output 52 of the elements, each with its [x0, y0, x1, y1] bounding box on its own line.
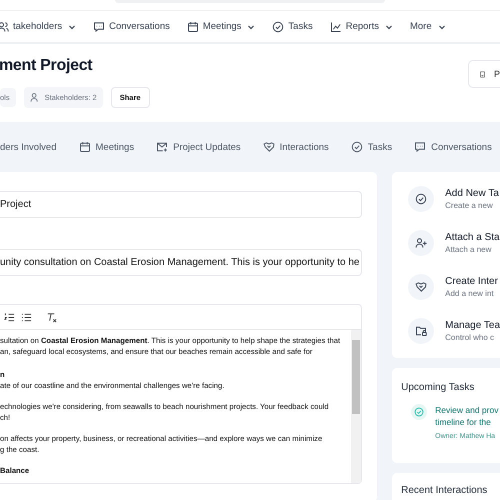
action-description: Create a new	[445, 201, 494, 210]
header-button[interactable]: P	[468, 60, 500, 88]
action-icon	[415, 237, 428, 249]
action-description: Add a new int	[445, 289, 495, 298]
action-icon-badge[interactable]	[408, 230, 434, 256]
task-icon	[414, 407, 424, 417]
tab[interactable]: Project Updates	[156, 141, 241, 153]
tab-icon	[350, 141, 363, 153]
tab-icon	[78, 141, 91, 153]
task-title[interactable]: Review and prov timeline for the	[435, 404, 498, 428]
nav-item[interactable]: Conversations	[93, 20, 170, 32]
action-icon	[415, 281, 428, 293]
tab[interactable]: Conversations	[414, 141, 492, 153]
action-title[interactable]: Attach a Sta	[445, 232, 500, 243]
nav-item[interactable]: Reports	[330, 20, 393, 32]
text-field[interactable]: Project	[0, 191, 362, 218]
section-title: Upcoming Tasks	[401, 382, 476, 393]
action-icon-badge[interactable]	[408, 318, 434, 344]
clipboard-icon	[479, 68, 486, 80]
text-field[interactable]: unity consultation on Coastal Erosion Management. This is your opportunity to he	[0, 249, 362, 276]
tab[interactable]: Meetings	[78, 141, 134, 153]
nav-icon	[272, 20, 284, 32]
action-icon	[415, 193, 428, 205]
project-title: ment Project	[0, 57, 94, 75]
section-title: Recent Interactions	[401, 485, 488, 496]
tab-icon	[414, 141, 426, 153]
action-description: Control who c	[445, 333, 496, 342]
action-title[interactable]: Manage Tea	[445, 320, 500, 331]
clear-format-icon[interactable]	[46, 312, 57, 322]
nav-item[interactable]: More	[410, 21, 446, 32]
action-icon-badge[interactable]	[408, 186, 434, 212]
action-description: Attach a new	[445, 245, 492, 254]
nav-icon	[186, 20, 199, 32]
action-icon-badge[interactable]	[408, 274, 434, 300]
tab[interactable]: Interactions	[262, 141, 329, 153]
nav-item[interactable]: Meetings	[186, 20, 256, 32]
action-icon	[415, 325, 428, 337]
nav-item[interactable]: takeholders	[0, 20, 76, 32]
action-title[interactable]: Create Inter	[445, 276, 498, 287]
action-title[interactable]: Add New Ta	[445, 188, 499, 199]
ordered-list-icon[interactable]	[4, 312, 15, 322]
scrollbar[interactable]	[351, 330, 362, 483]
nav-icon	[0, 20, 9, 32]
tab[interactable]: Tasks	[350, 141, 392, 153]
tab-icon	[156, 141, 168, 153]
nav-icon	[330, 20, 342, 32]
rich-text-editor[interactable]	[0, 304, 362, 484]
nav-icon	[93, 20, 106, 32]
nav-item[interactable]: Tasks	[272, 20, 313, 32]
tab-icon	[262, 141, 275, 153]
tab[interactable]: ders Involved	[0, 142, 57, 152]
bullet-list-icon[interactable]	[21, 312, 32, 322]
